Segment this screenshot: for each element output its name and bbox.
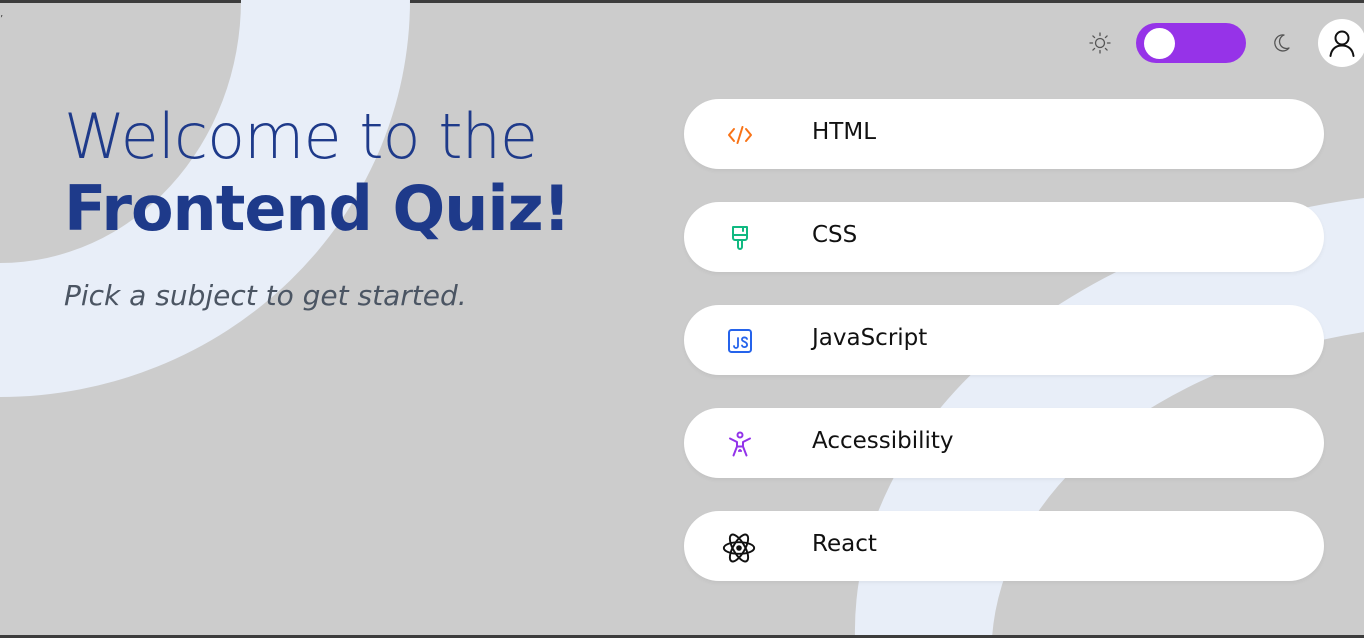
code-icon	[728, 126, 752, 144]
subject-label: React	[812, 531, 877, 557]
user-icon	[1329, 30, 1355, 57]
toggle-knob	[1144, 28, 1175, 59]
subject-label: HTML	[812, 119, 877, 145]
stray-mark: ’	[0, 14, 4, 25]
paintbrush-icon	[732, 226, 748, 250]
subject-html-button[interactable]: HTML	[684, 99, 1324, 169]
subject-label: Accessibility	[812, 428, 954, 454]
moon-icon	[1274, 34, 1290, 52]
user-account-button[interactable]	[1318, 19, 1364, 67]
subject-accessibility-button[interactable]: Accessibility	[684, 408, 1324, 478]
subject-react-button[interactable]: React	[684, 511, 1324, 581]
js-icon	[728, 329, 752, 353]
title-welcome: Welcome to the	[64, 100, 538, 173]
subject-list: HTML CSS JavaScript Accessibility React	[684, 99, 1324, 614]
subject-label: CSS	[812, 222, 858, 248]
page-title: Welcome to the Frontend Quiz!	[64, 100, 571, 245]
window-top-border	[0, 0, 1364, 3]
subject-label: JavaScript	[812, 325, 928, 351]
accessibility-icon	[729, 431, 751, 457]
title-quiz-name: Frontend Quiz!	[64, 172, 571, 245]
subject-css-button[interactable]: CSS	[684, 202, 1324, 272]
sun-icon	[1089, 32, 1111, 54]
react-icon	[722, 533, 756, 563]
theme-toggle[interactable]	[1136, 23, 1246, 63]
page-subtitle: Pick a subject to get started.	[64, 279, 467, 312]
subject-javascript-button[interactable]: JavaScript	[684, 305, 1324, 375]
